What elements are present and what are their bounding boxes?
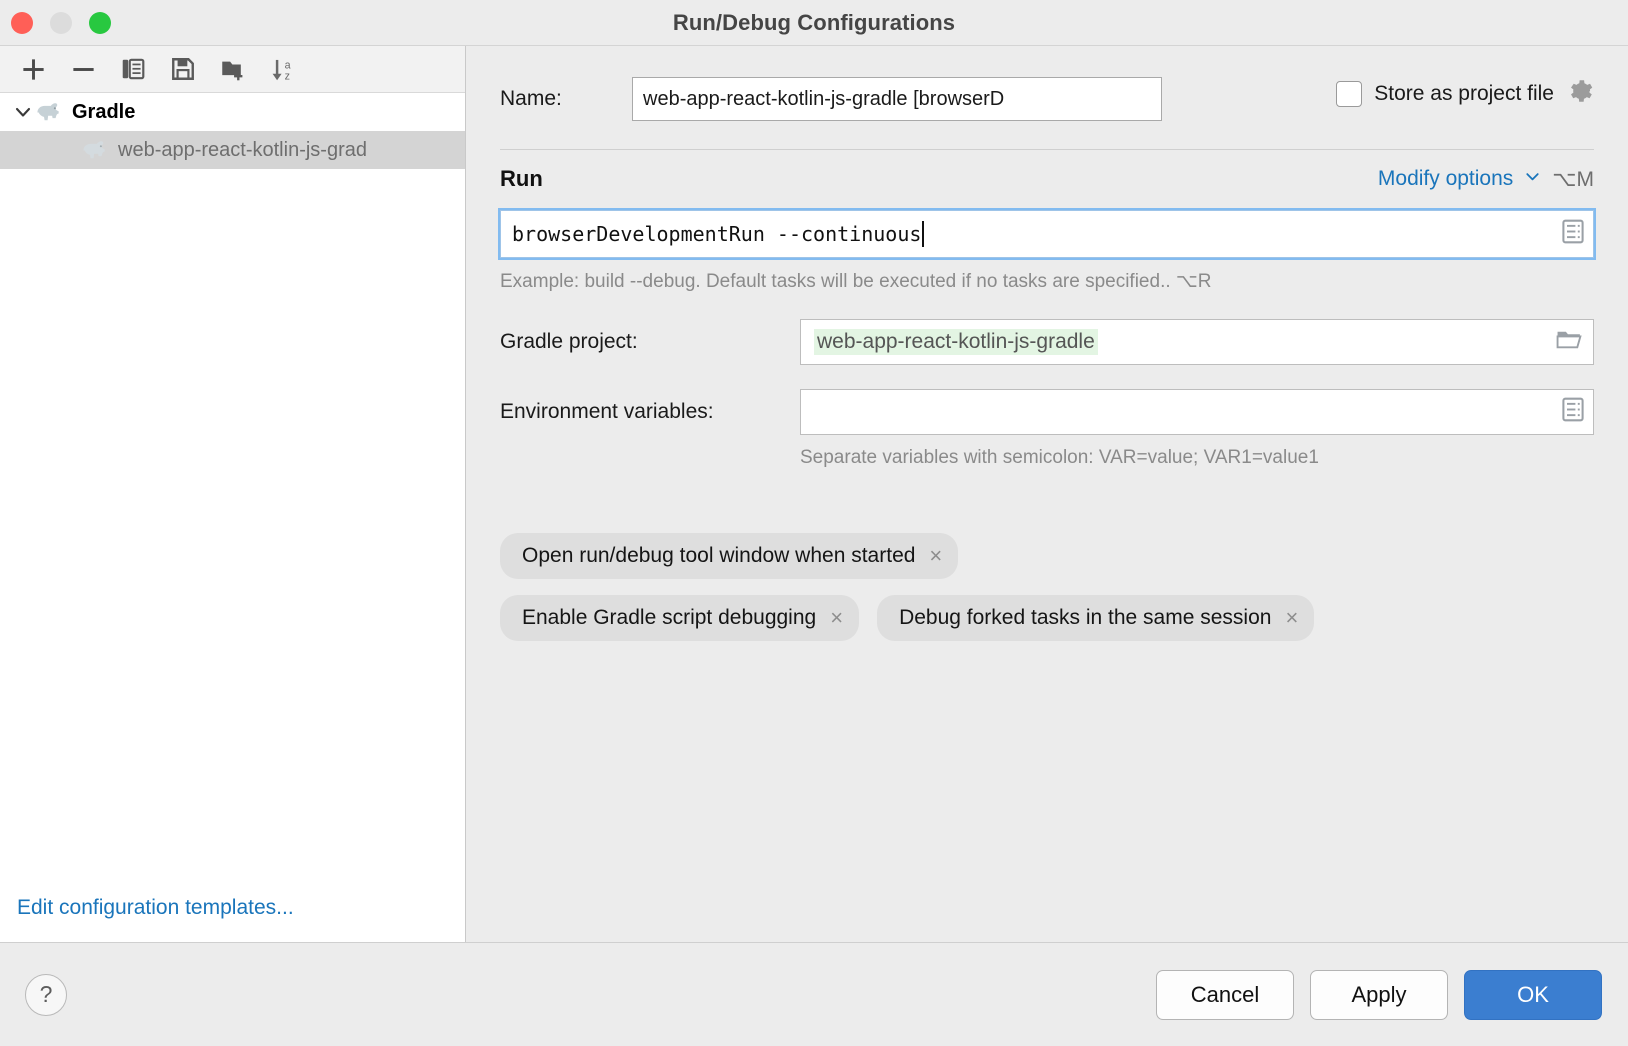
save-icon bbox=[170, 56, 196, 82]
gear-icon[interactable] bbox=[1566, 77, 1594, 110]
option-chip-row: Enable Gradle script debugging × Debug f… bbox=[500, 595, 1594, 641]
sort-configurations-button[interactable]: a z bbox=[258, 47, 308, 91]
name-input[interactable] bbox=[632, 77, 1162, 121]
minimize-window-button[interactable] bbox=[50, 12, 72, 34]
copy-icon bbox=[120, 56, 146, 82]
chip-label: Debug forked tasks in the same session bbox=[899, 606, 1271, 630]
gradle-project-field[interactable]: web-app-react-kotlin-js-gradle bbox=[800, 319, 1594, 365]
svg-text:z: z bbox=[284, 70, 289, 82]
sidebar-toolbar: a z bbox=[0, 46, 465, 93]
folder-add-icon bbox=[220, 56, 247, 83]
chip-enable-gradle-script-debugging[interactable]: Enable Gradle script debugging × bbox=[500, 595, 859, 641]
save-configuration-button[interactable] bbox=[158, 47, 208, 91]
folder-open-icon[interactable] bbox=[1556, 328, 1583, 356]
remove-configuration-button[interactable] bbox=[58, 47, 108, 91]
window-controls bbox=[11, 12, 111, 34]
text-caret bbox=[922, 221, 924, 247]
svg-text:a: a bbox=[284, 59, 290, 71]
close-window-button[interactable] bbox=[11, 12, 33, 34]
minus-icon bbox=[70, 56, 97, 83]
close-icon[interactable]: × bbox=[929, 545, 942, 567]
dialog-body: a z bbox=[0, 46, 1628, 942]
chip-open-run-debug-tool-window[interactable]: Open run/debug tool window when started … bbox=[500, 533, 958, 579]
environment-variables-row: Environment variables: bbox=[500, 389, 1594, 435]
cancel-button[interactable]: Cancel bbox=[1156, 970, 1294, 1020]
gradle-elephant-icon bbox=[82, 139, 109, 161]
expand-editor-icon[interactable] bbox=[1562, 220, 1584, 249]
gradle-project-label: Gradle project: bbox=[500, 330, 800, 354]
store-as-project-file-checkbox[interactable] bbox=[1336, 81, 1362, 107]
help-button[interactable]: ? bbox=[25, 974, 67, 1016]
close-icon[interactable]: × bbox=[830, 607, 843, 629]
ok-button[interactable]: OK bbox=[1464, 970, 1602, 1020]
gradle-project-value: web-app-react-kotlin-js-gradle bbox=[814, 329, 1098, 355]
modify-options-group: Modify options ⌥M bbox=[1378, 167, 1594, 192]
environment-variables-hint: Separate variables with semicolon: VAR=v… bbox=[800, 447, 1594, 469]
sort-alpha-icon: a z bbox=[270, 56, 297, 83]
modify-options-link[interactable]: Modify options bbox=[1378, 167, 1513, 191]
run-debug-configurations-dialog: Run/Debug Configurations bbox=[0, 0, 1628, 1046]
dialog-title: Run/Debug Configurations bbox=[0, 10, 1628, 36]
chevron-down-icon[interactable] bbox=[10, 102, 36, 122]
tree-group-label: Gradle bbox=[72, 101, 135, 124]
tree-item-label: web-app-react-kotlin-js-grad bbox=[118, 139, 367, 162]
option-chips: Open run/debug tool window when started … bbox=[500, 533, 1594, 641]
tree-item-configuration[interactable]: web-app-react-kotlin-js-grad bbox=[0, 131, 465, 169]
edit-configuration-templates-link[interactable]: Edit configuration templates... bbox=[17, 896, 294, 920]
copy-configuration-button[interactable] bbox=[108, 47, 158, 91]
environment-variables-input[interactable] bbox=[800, 389, 1594, 435]
store-as-project-file-label: Store as project file bbox=[1374, 82, 1554, 106]
gradle-elephant-icon bbox=[36, 101, 63, 123]
apply-button[interactable]: Apply bbox=[1310, 970, 1448, 1020]
add-configuration-button[interactable] bbox=[8, 47, 58, 91]
chip-label: Enable Gradle script debugging bbox=[522, 606, 816, 630]
plus-icon bbox=[20, 56, 47, 83]
configurations-tree: Gradle web-app-react-kotlin-js-grad Edit… bbox=[0, 93, 465, 942]
section-divider bbox=[500, 149, 1594, 150]
environment-variables-label: Environment variables: bbox=[500, 400, 800, 424]
gradle-project-row: Gradle project: web-app-react-kotlin-js-… bbox=[500, 319, 1594, 365]
name-label: Name: bbox=[500, 87, 632, 111]
title-bar: Run/Debug Configurations bbox=[0, 0, 1628, 46]
modify-options-shortcut: ⌥M bbox=[1552, 167, 1594, 192]
chip-debug-forked-tasks[interactable]: Debug forked tasks in the same session × bbox=[877, 595, 1314, 641]
gradle-tasks-hint: Example: build --debug. Default tasks wi… bbox=[500, 270, 1594, 293]
run-section-header: Run Modify options ⌥M bbox=[500, 166, 1594, 192]
gradle-tasks-input[interactable]: browserDevelopmentRun --continuous bbox=[500, 210, 1594, 258]
move-into-folder-button[interactable] bbox=[208, 47, 258, 91]
dialog-footer: ? Cancel Apply OK bbox=[0, 942, 1628, 1046]
configurations-sidebar: a z bbox=[0, 46, 466, 942]
run-section-title: Run bbox=[500, 166, 543, 192]
gradle-tasks-value: browserDevelopmentRun --continuous bbox=[501, 222, 921, 246]
configuration-editor-panel: Name: Store as project file Run Modify o… bbox=[466, 46, 1628, 942]
tree-group-gradle[interactable]: Gradle bbox=[0, 93, 465, 131]
store-as-project-file-row[interactable]: Store as project file bbox=[1336, 77, 1594, 110]
footer-button-group: Cancel Apply OK bbox=[1156, 970, 1602, 1020]
zoom-window-button[interactable] bbox=[89, 12, 111, 34]
expand-editor-icon[interactable] bbox=[1562, 398, 1584, 427]
chip-label: Open run/debug tool window when started bbox=[522, 544, 915, 568]
chevron-down-icon[interactable] bbox=[1523, 167, 1542, 191]
option-chip-row: Open run/debug tool window when started … bbox=[500, 533, 1594, 579]
close-icon[interactable]: × bbox=[1285, 607, 1298, 629]
